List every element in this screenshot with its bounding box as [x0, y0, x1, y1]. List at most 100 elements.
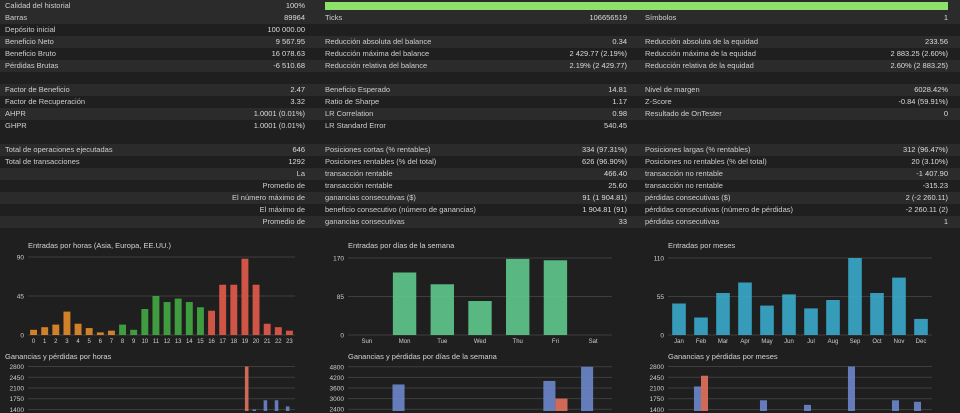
history-quality-row: Calidad del historial 100%: [0, 0, 960, 12]
bar: [701, 375, 709, 411]
bar: [52, 324, 60, 335]
pnl-by-month-chart: 1400 1750 2100 2450 2800 Ganancias y pérdida…: [642, 352, 942, 413]
y-tick-label: 3600: [330, 386, 345, 393]
x-tick-label: Oct: [872, 339, 882, 345]
y-tick-label: 2100: [650, 386, 665, 393]
y-tick-label: 1400: [650, 407, 665, 413]
y-tick-label: 4800: [330, 364, 345, 371]
x-tick-label: 12: [164, 339, 171, 345]
bar: [141, 309, 149, 335]
metric-value: 16 078.63: [271, 49, 305, 58]
metric-value: 9 567.95: [275, 37, 305, 46]
bar: [74, 323, 82, 335]
stats-row: El máximo de beneficio consecutivo (númer…: [0, 204, 960, 216]
bar: [430, 284, 454, 335]
bar: [804, 308, 818, 335]
bar: [285, 330, 293, 335]
stats-row: Beneficio Bruto 16 078.63 Reducción máxima…: [0, 48, 960, 60]
metric-value: 14.81: [608, 85, 627, 94]
y-tick-label: 0: [340, 333, 344, 340]
chart-svg: 1400 1750 2100 2450 2800: [650, 364, 932, 413]
x-tick-label: Sat: [589, 339, 598, 345]
stats-row: El número máximo de ganancias consecutiva…: [0, 192, 960, 204]
y-tick-label: 2800: [10, 364, 25, 371]
metric-value: 646: [292, 145, 305, 154]
bar: [174, 298, 182, 335]
chart-svg: 1400 1750 2100 2450 2800: [10, 364, 295, 413]
metric-value: 312 (96.47%): [902, 145, 948, 154]
bar: [208, 310, 216, 335]
pnl-by-weekday-chart: 2400 3000 3600 4200 4800 Ganancias y pérdida…: [322, 352, 622, 413]
x-tick-label: Sun: [362, 339, 373, 345]
stats-row: Total de operaciones ejecutadas 646 Posici…: [0, 144, 960, 156]
bar: [581, 366, 594, 411]
stats-row: Barras 89964 Ticks 106656519 Símbolos 1: [0, 12, 960, 24]
x-tick-label: 1: [43, 339, 47, 345]
metric-value: [800, 24, 948, 36]
metric-value: 466.40: [604, 169, 627, 178]
charts-area: 0 45 90 0 1 2 3 4 5 6 7 8 9 10 11 12 13 14 15 16 17 18 19 20 21 2…: [0, 241, 960, 413]
metric-value: 6028.42%: [914, 85, 948, 94]
bar: [263, 323, 271, 335]
bar: [263, 400, 268, 411]
metric-value: 1292: [288, 157, 305, 166]
bar: [803, 404, 811, 411]
bar: [252, 284, 260, 335]
y-tick-label: 4200: [330, 375, 345, 382]
y-tick-label: 2800: [650, 364, 665, 371]
spacer-row: [0, 72, 960, 84]
x-tick-label: Feb: [696, 339, 707, 345]
bar: [244, 366, 249, 411]
x-tick-label: 3: [65, 339, 69, 345]
bar: [130, 329, 138, 335]
bar: [41, 327, 49, 335]
stats-row: Pérdidas Brutas -6 510.68 Reducción relati…: [0, 60, 960, 72]
metric-value: 2 429.77 (2.19%): [569, 49, 627, 58]
metric-value: 233.56: [925, 37, 948, 46]
stats-row: Factor de Beneficio 2.47 Beneficio Esperad…: [0, 84, 960, 96]
chart-title: Ganancias y pérdidas por días de la sema…: [348, 352, 497, 361]
bar: [555, 398, 568, 411]
bar: [274, 327, 282, 335]
metric-value: 1: [943, 13, 948, 22]
stats-row: GHPR 1.0001 (0.01%) LR Standard Error 540.4…: [0, 120, 960, 132]
bar: [163, 302, 171, 335]
bar: [85, 328, 93, 335]
chart-svg: 0 85 170 Sun Mon Tue Wed Thu Fri Sat: [333, 256, 612, 345]
y-tick-label: 55: [657, 294, 665, 301]
y-tick-label: 3000: [330, 396, 345, 403]
bar: [107, 330, 115, 335]
bar: [274, 400, 279, 411]
x-tick-label: 13: [175, 339, 182, 345]
bar: [185, 302, 193, 335]
bar: [63, 311, 71, 335]
bar: [392, 272, 417, 335]
stats-row: Total de transacciones 1292 Posiciones ren…: [0, 156, 960, 168]
history-quality-value: 100%: [285, 1, 305, 10]
bar: [870, 293, 884, 335]
bar: [119, 324, 127, 335]
chart-svg: 2400 3000 3600 4200 4800: [330, 364, 612, 413]
bar: [468, 301, 492, 335]
stats-row: Promedio de transacción rentable 25.60 tran…: [0, 180, 960, 192]
bar: [848, 258, 862, 335]
metric-value: [200, 204, 305, 216]
y-tick-label: 110: [654, 256, 665, 263]
bar: [760, 305, 774, 335]
x-tick-label: 4: [76, 339, 80, 345]
bar: [847, 366, 855, 411]
x-tick-label: Mon: [399, 339, 411, 345]
metric-value: -2 260.11 (2): [905, 205, 948, 214]
x-tick-label: Jan: [674, 339, 684, 345]
x-tick-label: Sep: [850, 339, 861, 345]
bar: [759, 400, 767, 411]
metric-value: 1: [943, 217, 948, 226]
metric-value: [200, 168, 305, 180]
metric-value: 89964: [284, 13, 305, 22]
x-tick-label: 19: [242, 339, 249, 345]
y-tick-label: 45: [17, 294, 25, 301]
stats-row: Beneficio Neto 9 567.95 Reducción absoluta…: [0, 36, 960, 48]
x-tick-label: 2: [54, 339, 58, 345]
bar: [543, 380, 556, 411]
bar: [892, 277, 906, 335]
